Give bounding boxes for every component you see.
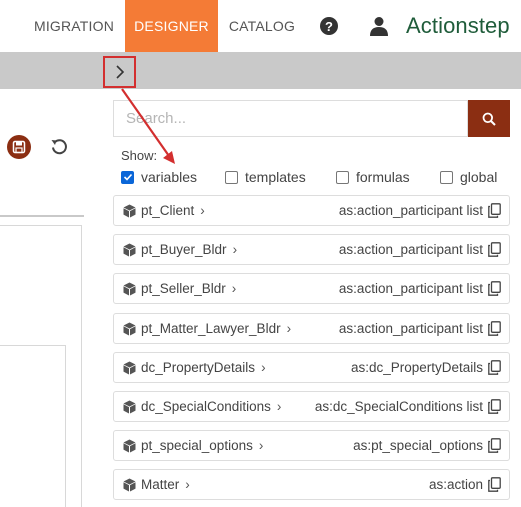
- chevron-right-icon: ›: [232, 242, 238, 258]
- cube-icon: [123, 439, 136, 453]
- chevron-right-icon: ›: [258, 438, 264, 454]
- chevron-right-icon: ›: [231, 281, 237, 297]
- copy-icon[interactable]: [488, 359, 501, 375]
- copy-icon[interactable]: [488, 399, 501, 414]
- filter-variables[interactable]: variables: [121, 169, 197, 185]
- filter-label: formulas: [356, 169, 410, 185]
- variable-type: as:action_participant list: [338, 203, 483, 218]
- variable-row[interactable]: pt_Client › as:action_participant list: [113, 195, 510, 226]
- variable-type: as:pt_special_options: [353, 438, 483, 454]
- search-icon: [482, 112, 496, 126]
- filter-templates[interactable]: templates: [225, 169, 306, 185]
- copy-icon[interactable]: [488, 242, 501, 258]
- variables-checkbox[interactable]: [121, 170, 134, 184]
- actionstep-logo: Actionstep: [406, 13, 510, 38]
- undo-icon[interactable]: [50, 138, 68, 156]
- variable-name: Matter ›: [141, 477, 190, 493]
- variable-name: pt_special_options ›: [141, 438, 264, 454]
- filter-label: variables: [141, 169, 198, 185]
- tab-migration[interactable]: MIGRATION: [30, 0, 118, 52]
- global-checkbox[interactable]: [440, 170, 453, 184]
- variable-row[interactable]: dc_PropertyDetails › as:dc_PropertyDetails: [113, 351, 510, 383]
- variable-type: as:action_participant list: [338, 320, 483, 336]
- variable-type: as:action_participant list: [338, 281, 483, 297]
- variable-row[interactable]: pt_special_options › as:pt_special_options: [113, 430, 510, 462]
- chevron-right-icon: [115, 65, 124, 79]
- copy-icon[interactable]: [488, 477, 501, 493]
- copy-icon[interactable]: [488, 203, 501, 218]
- cube-icon: [123, 478, 136, 492]
- show-label: Show:: [121, 148, 158, 163]
- cube-icon: [123, 400, 136, 414]
- chevron-right-icon: ›: [185, 477, 190, 493]
- variable-name: pt_Seller_Bldr ›: [141, 281, 237, 297]
- variable-type: as:dc_SpecialConditions list: [314, 398, 483, 414]
- toolbar-bar: [0, 52, 521, 89]
- save-icon: [12, 140, 26, 154]
- variable-name: pt_Buyer_Bldr ›: [141, 242, 238, 258]
- save-button[interactable]: [7, 135, 31, 159]
- templates-checkbox[interactable]: [225, 170, 238, 184]
- variable-list: pt_Client › as:action_participant list pt_B…: [113, 195, 510, 507]
- variable-row[interactable]: dc_SpecialConditions › as:dc_SpecialCondit…: [113, 390, 510, 422]
- variable-row[interactable]: pt_Matter_Lawyer_Bldr › as:action_particip…: [113, 312, 510, 344]
- variable-name: dc_SpecialConditions ›: [141, 398, 282, 414]
- expand-panel-button[interactable]: [103, 56, 136, 88]
- search-input[interactable]: [113, 100, 468, 137]
- variable-name: pt_Client ›: [141, 203, 205, 218]
- tab-designer[interactable]: DESIGNER: [125, 0, 218, 52]
- filter-label: global: [460, 169, 498, 185]
- filter-label: templates: [245, 169, 306, 185]
- variable-name: dc_PropertyDetails ›: [141, 359, 266, 375]
- variable-row[interactable]: Matter › as:action: [113, 469, 510, 501]
- designer-page: MIGRATION DESIGNER CATALOG ? Actionstep: [0, 0, 521, 507]
- top-nav: MIGRATION DESIGNER CATALOG ? Actionstep: [0, 0, 521, 52]
- tab-catalog[interactable]: CATALOG: [226, 0, 298, 52]
- copy-icon[interactable]: [488, 320, 501, 336]
- chevron-right-icon: ›: [286, 320, 292, 336]
- variable-name: pt_Matter_Lawyer_Bldr ›: [141, 320, 292, 336]
- variable-type: as:action_participant list: [338, 242, 483, 258]
- variable-type: as:dc_PropertyDetails: [350, 359, 483, 375]
- cube-icon: [123, 243, 136, 257]
- filter-global[interactable]: global: [440, 169, 497, 185]
- filter-formulas[interactable]: formulas: [336, 169, 410, 185]
- search-button[interactable]: [468, 100, 510, 137]
- chevron-right-icon: ›: [276, 398, 282, 414]
- left-divider: [0, 215, 84, 217]
- check-icon: [123, 173, 132, 181]
- formulas-checkbox[interactable]: [336, 170, 349, 184]
- copy-icon[interactable]: [488, 281, 501, 297]
- chevron-right-icon: ›: [261, 359, 266, 375]
- chevron-right-icon: ›: [200, 203, 205, 218]
- cube-icon: [123, 322, 136, 336]
- variable-row[interactable]: pt_Seller_Bldr › as:action_participant lis…: [113, 273, 510, 305]
- copy-icon[interactable]: [488, 438, 501, 453]
- variable-type: as:action: [428, 477, 483, 493]
- variable-row[interactable]: pt_Buyer_Bldr › as:action_participant list: [113, 234, 510, 266]
- cube-icon: [123, 282, 136, 296]
- cube-icon: [123, 361, 136, 375]
- help-icon[interactable]: ?: [320, 17, 338, 35]
- user-icon[interactable]: [370, 16, 388, 36]
- left-panel-inner-box: [0, 345, 66, 507]
- cube-icon: [123, 204, 136, 218]
